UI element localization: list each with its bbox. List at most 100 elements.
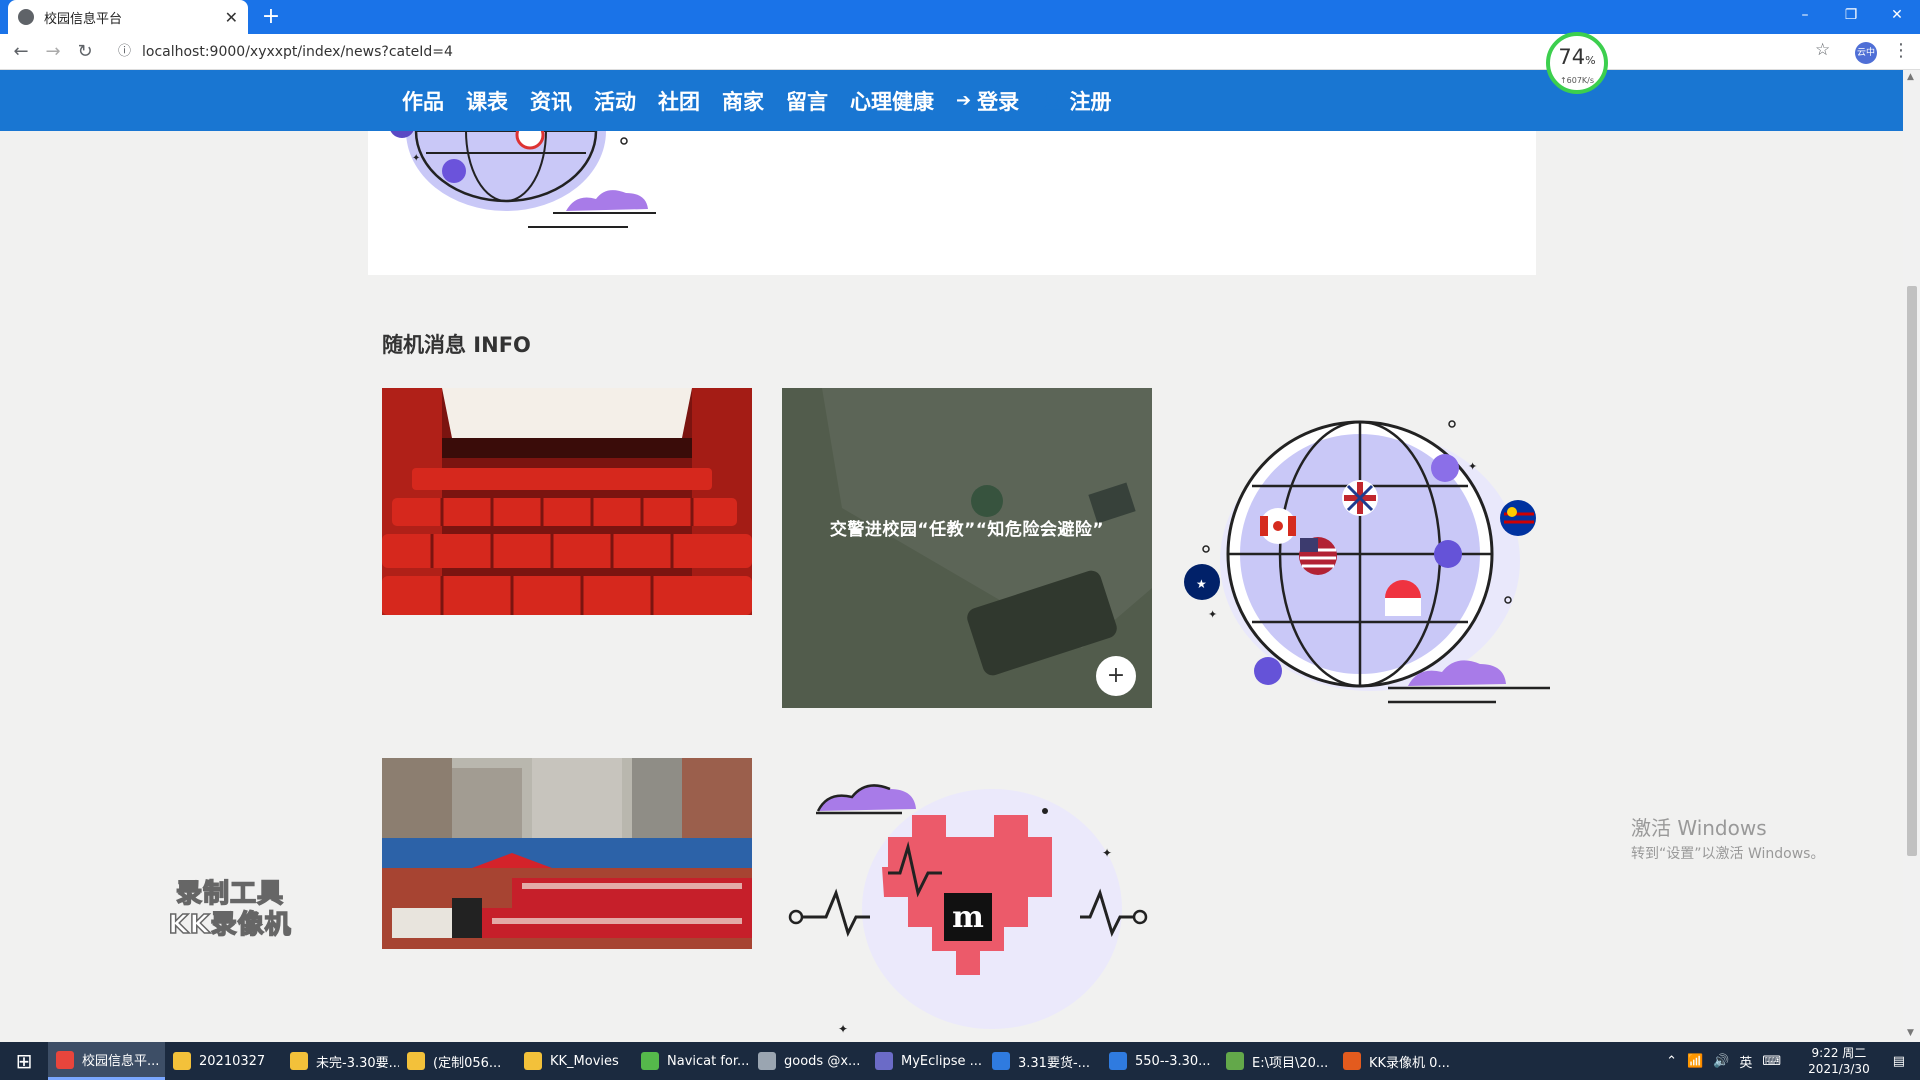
folder-icon [173, 1052, 191, 1070]
speed-percent: 74 [1558, 45, 1586, 69]
taskbar-item-label: KK录像机 0... [1369, 1055, 1450, 1071]
bookmark-star-icon[interactable]: ☆ [1815, 40, 1830, 60]
nav-login-link[interactable]: ➔ 登录 [956, 86, 1019, 116]
nav-item-events[interactable]: 活动 [594, 86, 636, 116]
speed-rate: ↑607K/s [1559, 76, 1595, 85]
taskbar-item[interactable]: Navicat for... [633, 1042, 750, 1080]
recorder-icon [1343, 1052, 1361, 1070]
volume-icon[interactable]: 🔊 [1713, 1054, 1729, 1069]
taskbar-item[interactable]: MyEclipse ... [867, 1042, 984, 1080]
nav-login-label: 登录 [977, 89, 1020, 114]
notification-center-icon[interactable]: ▤ [1893, 1054, 1905, 1069]
ime-indicator[interactable]: 英 [1739, 1052, 1752, 1071]
show-hidden-icons-icon[interactable]: ⌃ [1666, 1054, 1677, 1069]
taskbar-item[interactable]: 校园信息平... [48, 1042, 165, 1080]
heart-illustration: ✦ ✦ m [788, 784, 1148, 1036]
theater-photo [382, 388, 752, 615]
nav-item-mental-health[interactable]: 心理健康 [850, 86, 934, 116]
windows-taskbar: ⊞ 校园信息平... 20210327 未完-3.30要... (定制056... KK… [0, 1042, 1920, 1080]
taskbar-clock[interactable]: 9:22 周二 2021/3/30 [1808, 1045, 1870, 1077]
doc-icon [992, 1052, 1010, 1070]
taskbar-item[interactable]: 未完-3.30要... [282, 1042, 399, 1080]
database-icon [758, 1052, 776, 1070]
taskbar-item[interactable]: (定制056... [399, 1042, 516, 1080]
nav-item-timetable[interactable]: 课表 [466, 86, 508, 116]
taskbar-item[interactable]: KK_Movies [516, 1042, 633, 1080]
svg-text:✦: ✦ [1208, 608, 1217, 621]
back-arrow-icon[interactable]: ← [8, 40, 34, 64]
taskbar-item[interactable]: KK录像机 0... [1335, 1042, 1452, 1080]
reload-icon[interactable]: ↻ [72, 40, 98, 64]
site-navbar: 作品 课表 资讯 活动 社团 商家 留言 心理健康 ➔ 登录 👤 注册 [0, 70, 1903, 131]
browser-tab[interactable]: 校园信息平台 ✕ [8, 0, 248, 34]
taskbar-item[interactable]: 550--3.30... [1101, 1042, 1218, 1080]
address-toolbar: ← → ↻ ⓘ localhost:9000/xyxxpt/index/news… [0, 34, 1920, 70]
scroll-down-arrow-icon[interactable]: ▼ [1907, 1028, 1914, 1038]
clock-time: 9:22 周二 [1811, 1046, 1867, 1060]
minimize-button[interactable]: – [1782, 0, 1828, 30]
page-scrollbar[interactable]: ▲ ▼ [1903, 70, 1920, 1042]
taskbar-item-label: 550--3.30... [1135, 1053, 1211, 1069]
taskbar-item-label: (定制056... [433, 1055, 502, 1071]
news-thumb-globe[interactable]: ★ ✦ ✦ [1178, 386, 1558, 706]
browser-menu-icon[interactable]: ⋮ [1892, 40, 1910, 61]
keyboard-icon[interactable]: ⌨ [1762, 1054, 1781, 1069]
campus-event-photo [382, 758, 752, 949]
folder-icon [290, 1052, 308, 1070]
tab-close-icon[interactable]: ✕ [225, 8, 238, 27]
recorder-watermark: 录制工具 KK录像机 [160, 878, 300, 941]
svg-text:m: m [952, 900, 984, 935]
profile-avatar[interactable]: 云中 [1855, 42, 1877, 64]
scrollbar-thumb[interactable] [1907, 286, 1917, 856]
svg-text:✦: ✦ [1468, 460, 1477, 473]
system-tray: ⌃ 📶 🔊 英 ⌨ 9:22 周二 2021/3/30 ▤ [1661, 1042, 1920, 1080]
new-tab-button[interactable]: + [258, 4, 284, 30]
page-content: ✦ 随机消息 INFO 交警进校园“任教”“知危险会避险” + ★ ✦ ✦ ✦ … [0, 131, 1903, 1042]
activation-subtitle: 转到“设置”以激活 Windows。 [1631, 846, 1825, 862]
feature-caption[interactable]: 交警进校园“任教”“知危险会避险” [782, 388, 1152, 708]
expand-plus-button[interactable]: + [1096, 656, 1136, 696]
folder-icon [407, 1052, 425, 1070]
navicat-icon [641, 1052, 659, 1070]
sign-in-icon: ➔ [956, 90, 972, 111]
taskbar-item-label: E:\项目\20... [1252, 1055, 1329, 1071]
nav-register-link[interactable]: 👤 注册 [1041, 86, 1111, 116]
user-plus-icon: 👤 [1041, 90, 1064, 111]
site-info-icon[interactable]: ⓘ [118, 39, 131, 65]
forward-arrow-icon[interactable]: → [40, 40, 66, 64]
chrome-icon [56, 1050, 74, 1069]
news-thumb-heart[interactable]: ✦ ✦ m [782, 739, 1152, 1042]
taskbar-item[interactable]: E:\项目\20... [1218, 1042, 1335, 1080]
taskbar-item-label: Navicat for... [667, 1053, 750, 1069]
nav-item-works[interactable]: 作品 [402, 86, 444, 116]
windows-start-icon[interactable]: ⊞ [0, 1042, 48, 1080]
network-icon[interactable]: 📶 [1687, 1054, 1703, 1069]
taskbar-item-label: 校园信息平... [82, 1054, 160, 1069]
taskbar-item-label: 20210327 [199, 1053, 266, 1069]
nav-item-merchants[interactable]: 商家 [722, 86, 764, 116]
taskbar-item[interactable]: goods @x... [750, 1042, 867, 1080]
restore-button[interactable]: ❐ [1828, 0, 1874, 30]
folder-icon [524, 1052, 542, 1070]
news-thumb-theater[interactable] [382, 388, 752, 615]
svg-text:✦: ✦ [838, 1022, 848, 1036]
browser-tab-strip: 校园信息平台 ✕ + – ❐ ✕ [0, 0, 1920, 34]
nav-item-clubs[interactable]: 社团 [658, 86, 700, 116]
nav-item-news[interactable]: 资讯 [530, 86, 572, 116]
taskbar-item[interactable]: 20210327 [165, 1042, 282, 1080]
network-speed-widget[interactable]: 74% ↑607K/s [1546, 32, 1608, 94]
taskbar-item-label: KK_Movies [550, 1053, 619, 1069]
close-window-button[interactable]: ✕ [1874, 0, 1920, 30]
notepad-icon [1226, 1052, 1244, 1070]
news-thumb-campus-event[interactable] [382, 758, 752, 949]
taskbar-item[interactable]: 3.31要货-... [984, 1042, 1101, 1080]
news-card-featured[interactable]: 交警进校园“任教”“知危险会避险” + [782, 388, 1152, 708]
nav-item-messages[interactable]: 留言 [786, 86, 828, 116]
svg-text:✦: ✦ [1102, 846, 1112, 860]
previous-news-card: ✦ [368, 131, 1536, 275]
activation-title: 激活 Windows [1631, 816, 1767, 840]
taskbar-item-label: goods @x... [784, 1053, 861, 1069]
scroll-up-arrow-icon[interactable]: ▲ [1907, 72, 1914, 82]
svg-text:✦: ✦ [412, 153, 420, 164]
doc-icon [1109, 1052, 1127, 1070]
